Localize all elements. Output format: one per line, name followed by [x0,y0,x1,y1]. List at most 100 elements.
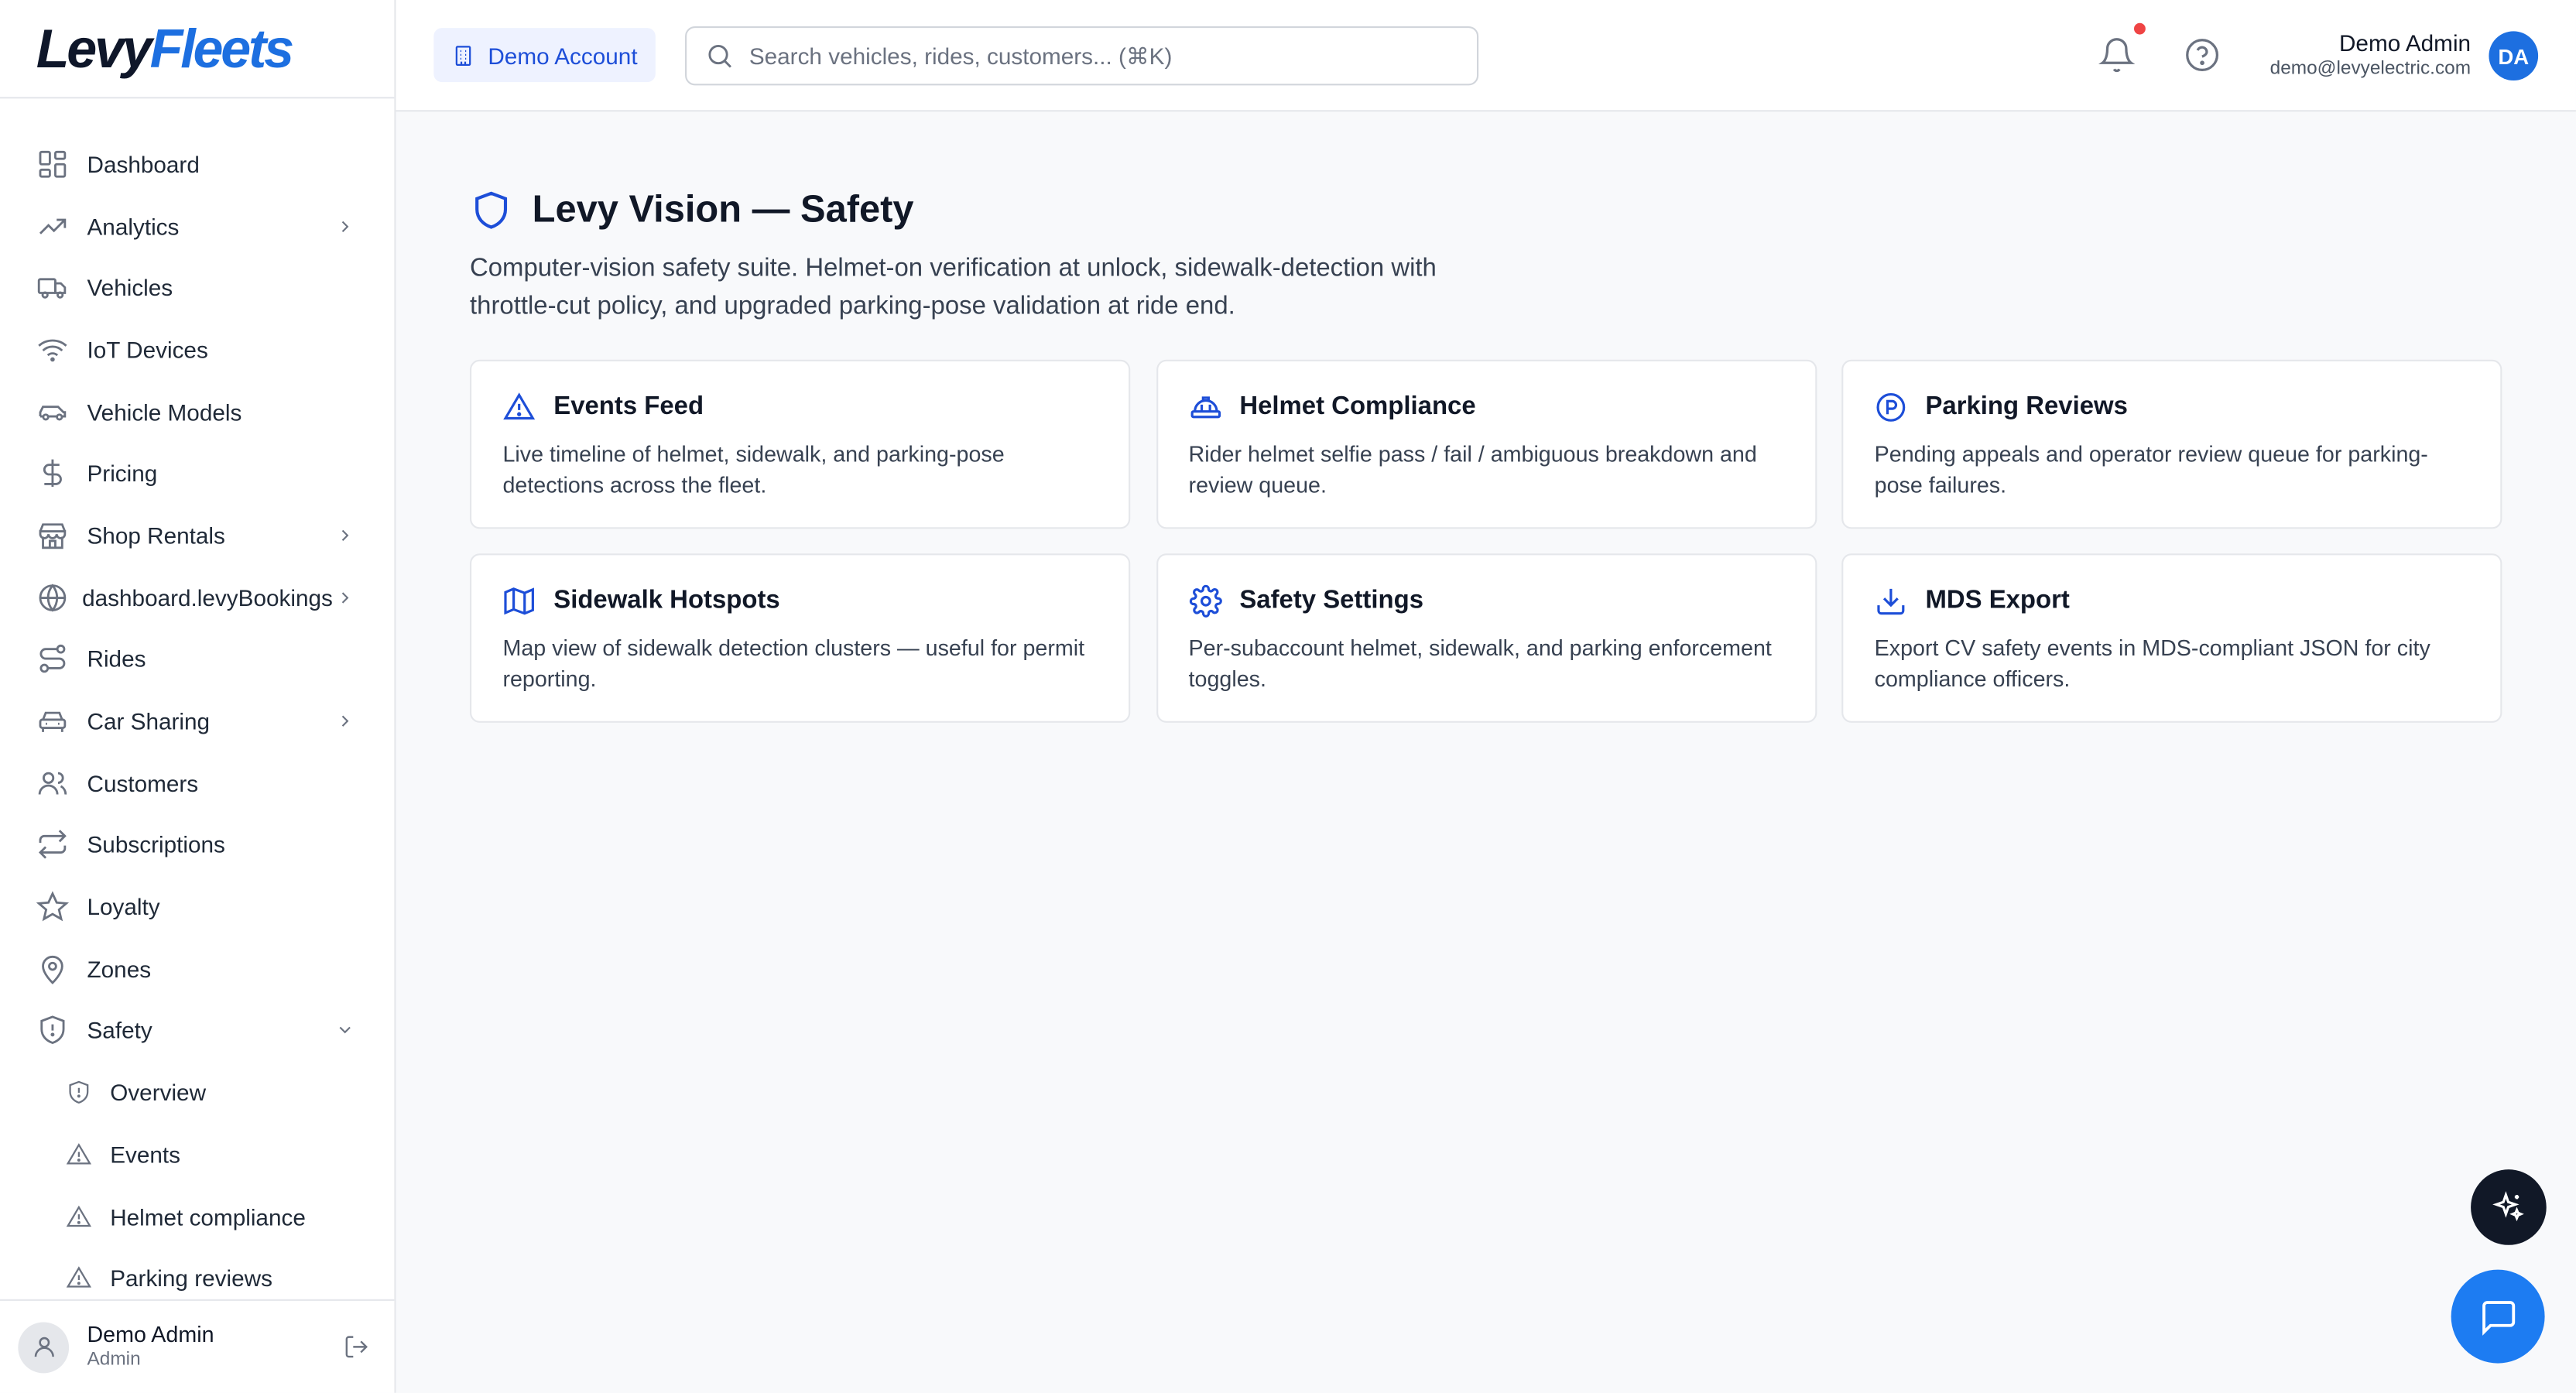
chevron-down-icon[interactable] [335,1021,355,1040]
sidebar-subitem-label: Overview [110,1079,207,1106]
main-content: Levy Vision — Safety Computer-vision saf… [396,111,2575,1392]
sidebar-item-label: Vehicle Models [87,398,242,425]
search-icon [708,44,731,68]
sidebar-item-analytics[interactable]: Analytics [0,195,394,257]
card-description: Map view of sidewalk detection clusters … [502,635,1085,692]
sidebar-subitem-label: Events [110,1141,181,1168]
account-label: Demo Account [488,42,638,69]
header-user-info[interactable]: Demo Admin demo@levyelectric.com [2270,29,2471,82]
header-user-name: Demo Admin [2338,29,2472,56]
parking-icon [1875,391,1907,423]
sidebar-item-label: dashboard.levyBookings [82,584,333,611]
card-title: MDS Export [1925,586,2070,614]
page-header: Levy Vision — Safety [470,187,914,231]
sidebar-user-footer: Demo Admin Admin [0,1299,395,1393]
card-description: Pending appeals and operator review queu… [1874,441,2428,498]
card-title: Parking Reviews [1925,392,2128,421]
card-description: Rider helmet selfie pass / fail / ambigu… [1188,441,1757,498]
sidebar-item-subscriptions[interactable]: Subscriptions [0,814,394,876]
sidebar-nav: Dashboard Analytics Vehicles IoT Devices… [0,133,394,1309]
card-description: Export CV safety events in MDS-compliant… [1874,635,2430,692]
sidebar-subitem-events[interactable]: Events [0,1124,394,1186]
brand-levy: Levy [36,18,152,79]
gear-icon [1188,584,1221,618]
card-title: Safety Settings [1239,586,1424,614]
sidebar-item-zones[interactable]: Zones [0,938,394,1000]
logout-icon[interactable] [344,1333,370,1360]
card-mds-export[interactable]: MDS Export Export CV safety events in MD… [1841,553,2502,723]
sidebar-item-label: Dashboard [87,150,200,177]
header-user-email: demo@levyelectric.com [2269,59,2472,79]
sidebar-subitem-overview[interactable]: Overview [0,1062,394,1124]
sparkles-icon [2492,1191,2524,1222]
app-root: LevyFleets Dashboard Analytics Vehicles … [0,0,2576,1393]
download-icon [1875,585,1907,618]
chevron-right-icon[interactable] [335,711,355,731]
sidebar-item-label: Customers [87,769,199,796]
alert-triangle-icon [66,1265,92,1292]
sidebar-item-label: Analytics [87,212,180,239]
card-sidewalk-hotspots[interactable]: Sidewalk Hotspots Map view of sidewalk d… [470,553,1131,723]
sidebar-item-label: Zones [87,955,152,982]
sidebar-item-bookings[interactable]: dashboard.levyBookings [0,566,394,628]
shield-icon [66,1080,92,1106]
building-icon [455,45,471,65]
chat-support-button[interactable] [2451,1269,2545,1364]
car-front-icon [36,705,69,738]
global-search[interactable] [685,26,1479,86]
globe-icon [36,581,69,614]
shield-icon [36,1015,69,1047]
hard-hat-icon [1189,391,1221,423]
sidebar-subitem-label: Helmet compliance [110,1203,306,1230]
sidebar-item-label: Pricing [87,460,158,487]
store-icon [36,519,69,552]
map-pin-icon [36,953,69,985]
account-switcher-button[interactable]: Demo Account [433,28,656,83]
truck-icon [36,272,69,304]
alert-triangle-icon [66,1141,92,1168]
card-title: Helmet Compliance [1239,392,1476,421]
sidebar-item-label: Vehicles [87,274,173,301]
chevron-right-icon[interactable] [335,525,355,545]
card-parking-reviews[interactable]: Parking Reviews Pending appeals and oper… [1841,359,2502,529]
sidebar-subitem-helmet-compliance[interactable]: Helmet compliance [0,1186,394,1248]
card-description: Per-subaccount helmet, sidewalk, and par… [1188,635,1772,692]
sidebar-item-iot-devices[interactable]: IoT Devices [0,319,394,381]
shield-icon [470,188,512,231]
sidebar-item-loyalty[interactable]: Loyalty [0,876,394,938]
route-icon [36,643,69,676]
sidebar-item-safety[interactable]: Safety [0,1000,394,1062]
footer-user-role: Admin [87,1349,141,1370]
sidebar-subitem-label: Parking reviews [110,1265,272,1292]
bell-icon[interactable] [2098,36,2136,74]
card-helmet-compliance[interactable]: Helmet Compliance Rider helmet selfie pa… [1156,359,1817,529]
sidebar-item-label: Subscriptions [87,831,225,858]
sidebar-item-rides[interactable]: Rides [0,628,394,690]
help-icon[interactable] [2184,36,2221,74]
card-events-feed[interactable]: Events Feed Live timeline of helmet, sid… [470,359,1131,529]
chevron-right-icon[interactable] [335,587,355,607]
map-icon [502,585,535,618]
search-input[interactable] [748,43,1440,70]
sidebar-item-car-sharing[interactable]: Car Sharing [0,690,394,752]
sidebar-item-vehicles[interactable]: Vehicles [0,257,394,319]
star-icon [36,891,70,923]
brand-logo[interactable]: LevyFleets [0,0,395,99]
chevron-right-icon[interactable] [335,216,355,235]
card-safety-settings[interactable]: Safety Settings Per-subaccount helmet, s… [1156,553,1817,723]
avatar[interactable]: DA [2489,31,2539,80]
card-title: Events Feed [553,392,704,421]
sidebar-item-pricing[interactable]: Pricing [0,443,394,505]
ai-assistant-button[interactable] [2471,1169,2547,1245]
sidebar-item-vehicle-models[interactable]: Vehicle Models [0,381,394,443]
sidebar-item-shop-rentals[interactable]: Shop Rentals [0,505,394,566]
avatar[interactable] [18,1321,70,1373]
users-icon [36,767,69,799]
sidebar-item-label: Shop Rentals [87,522,225,549]
sidebar-item-label: Rides [87,645,146,673]
page-title: Levy Vision — Safety [532,187,914,231]
sidebar-item-label: Loyalty [87,893,160,920]
sidebar-item-dashboard[interactable]: Dashboard [0,133,394,195]
footer-user-name: Demo Admin [87,1321,214,1347]
sidebar-item-customers[interactable]: Customers [0,752,394,814]
